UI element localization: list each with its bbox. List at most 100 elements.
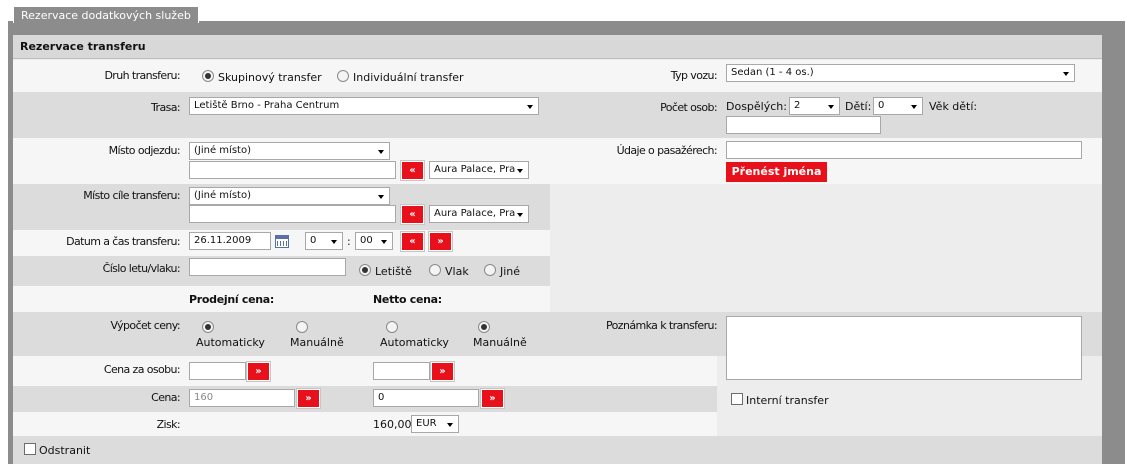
chevron-down-icon (911, 105, 917, 109)
chevron-down-icon (447, 423, 453, 427)
cena-za-osobu-prodejni-apply[interactable]: » (246, 361, 271, 382)
panel-header: Rezervace transferu (13, 35, 1102, 59)
datum-label: Datum a čas transferu: (66, 235, 180, 248)
cil-hotel-select[interactable]: Aura Palace, Pra (429, 205, 529, 223)
copy-odjezd-button[interactable]: « (400, 160, 425, 181)
deti-select[interactable]: 0 (873, 97, 923, 115)
druh-transferu-label: Druh transferu: (104, 69, 180, 82)
typ-vozu-value: Sedan (1 - 4 os.) (731, 67, 814, 78)
calendar-icon[interactable] (275, 235, 289, 248)
cislo-letu-label: Číslo letu/vlaku: (102, 262, 181, 275)
misto-odjezdu-label: Místo odjezdu: (108, 144, 181, 157)
vypocet-ceny-label: Výpočet ceny: (110, 319, 181, 332)
chevron-down-icon (378, 195, 384, 199)
odjezd-hotel-select[interactable]: Aura Palace, Pra (429, 161, 529, 179)
cena-prodejni-apply[interactable]: » (296, 388, 321, 409)
currency-select[interactable]: EUR (411, 415, 459, 433)
udaje-label: Údaje o pasažérech: (616, 144, 718, 157)
time-separator: : (347, 235, 351, 248)
odstranit-label: Odstranit (39, 444, 91, 457)
cena-za-osobu-netto-apply[interactable]: » (430, 361, 455, 382)
radio-prodejni-auto[interactable] (202, 321, 214, 333)
currency-value: EUR (416, 418, 437, 429)
chevron-down-icon (381, 240, 387, 244)
dospelych-select[interactable]: 2 (789, 97, 840, 115)
radio-letiste[interactable] (359, 264, 371, 276)
radio-vlak-label: Vlak (445, 265, 469, 278)
radio-skupinovy[interactable] (202, 70, 214, 82)
misto-cile-input[interactable] (189, 205, 396, 223)
chevron-down-icon (828, 105, 834, 109)
minute-select[interactable]: 00 (355, 232, 393, 250)
chevron-down-icon (527, 105, 533, 109)
prodejni-cena-header: Prodejní cena: (189, 293, 275, 306)
trasa-select[interactable]: Letiště Brno - Praha Centrum (189, 97, 539, 115)
cena-za-osobu-label: Cena za osobu: (103, 363, 181, 376)
date-next-button[interactable]: » (428, 231, 453, 252)
radio-letiste-label: Letiště (375, 265, 412, 278)
radio-netto-auto[interactable] (386, 321, 398, 333)
dospelych-value: 2 (794, 100, 801, 111)
chevron-down-icon (331, 240, 337, 244)
odjezd-hotel-value: Aura Palace, Pra (434, 164, 516, 175)
misto-odjezdu-value: (Jiné místo) (194, 145, 251, 156)
radio-vlak[interactable] (429, 264, 441, 276)
cislo-letu-input[interactable] (189, 258, 346, 276)
cil-hotel-value: Aura Palace, Pra (434, 208, 516, 219)
chevron-down-icon (517, 213, 523, 217)
poznamka-textarea[interactable] (726, 316, 1082, 380)
dospelych-label: Dospělých: (726, 100, 787, 113)
radio-netto-auto-label: Automaticky (380, 336, 449, 349)
odstranit-checkbox[interactable] (24, 443, 36, 455)
typ-vozu-label: Typ vozu: (670, 69, 718, 82)
right-column-fill (550, 184, 1102, 312)
trasa-value: Letiště Brno - Praha Centrum (194, 100, 340, 111)
cena-za-osobu-netto-input[interactable] (373, 362, 430, 380)
row-trasa (13, 92, 1102, 138)
cena-netto-apply[interactable]: » (480, 388, 505, 409)
radio-jine-label: Jiné (500, 265, 521, 278)
radio-skupinovy-label: Skupinový transfer (218, 71, 322, 84)
radio-individualni-label: Individuální transfer (353, 71, 464, 84)
netto-cena-header: Netto cena: (373, 293, 442, 306)
radio-netto-manual-label: Manuálně (473, 336, 527, 349)
vek-deti-input[interactable] (726, 116, 881, 134)
misto-odjezdu-input[interactable] (189, 161, 396, 179)
interni-transfer-label: Interní transfer (746, 394, 829, 407)
misto-cile-label: Místo cíle transferu: (83, 189, 180, 202)
radio-netto-manual[interactable] (478, 321, 490, 333)
misto-cile-value: (Jiné místo) (194, 190, 251, 201)
row-odstranit (13, 436, 1102, 464)
radio-prodejni-manual[interactable] (296, 321, 308, 333)
pocet-osob-label: Počet osob: (660, 101, 717, 114)
chevron-down-icon (1063, 72, 1069, 76)
deti-value: 0 (878, 100, 885, 111)
section-tab: Rezervace dodatkových služeb (13, 6, 199, 23)
zisk-label: Zisk: (156, 418, 181, 431)
cena-za-osobu-prodejni-input[interactable] (189, 362, 246, 380)
prenest-jmena-button[interactable]: Přenést jména (726, 162, 827, 182)
deti-label: Dětí: (845, 100, 872, 113)
trasa-label: Trasa: (151, 101, 181, 114)
cena-prodejni-input[interactable]: 160 (189, 389, 295, 407)
typ-vozu-select[interactable]: Sedan (1 - 4 os.) (726, 64, 1075, 82)
radio-individualni[interactable] (337, 70, 349, 82)
chevron-down-icon (517, 169, 523, 173)
cena-label: Cena: (151, 391, 180, 404)
interni-transfer-checkbox[interactable] (731, 393, 743, 405)
poznamka-label: Poznámka k transferu: (606, 319, 718, 332)
udaje-input[interactable] (726, 141, 1082, 159)
copy-cil-button[interactable]: « (400, 204, 425, 225)
date-prev-button[interactable]: « (400, 231, 425, 252)
radio-prodejni-manual-label: Manuálně (290, 336, 344, 349)
cena-netto-input[interactable]: 0 (373, 389, 479, 407)
radio-prodejni-auto-label: Automaticky (196, 336, 265, 349)
misto-odjezdu-select[interactable]: (Jiné místo) (189, 142, 390, 160)
datum-input[interactable]: 26.11.2009 (189, 232, 271, 250)
zisk-value: 160,00 (373, 418, 412, 431)
vek-deti-label: Věk dětí: (929, 100, 978, 113)
misto-cile-select[interactable]: (Jiné místo) (189, 187, 390, 205)
radio-jine[interactable] (484, 264, 496, 276)
chevron-down-icon (378, 150, 384, 154)
hour-select[interactable]: 0 (305, 232, 343, 250)
